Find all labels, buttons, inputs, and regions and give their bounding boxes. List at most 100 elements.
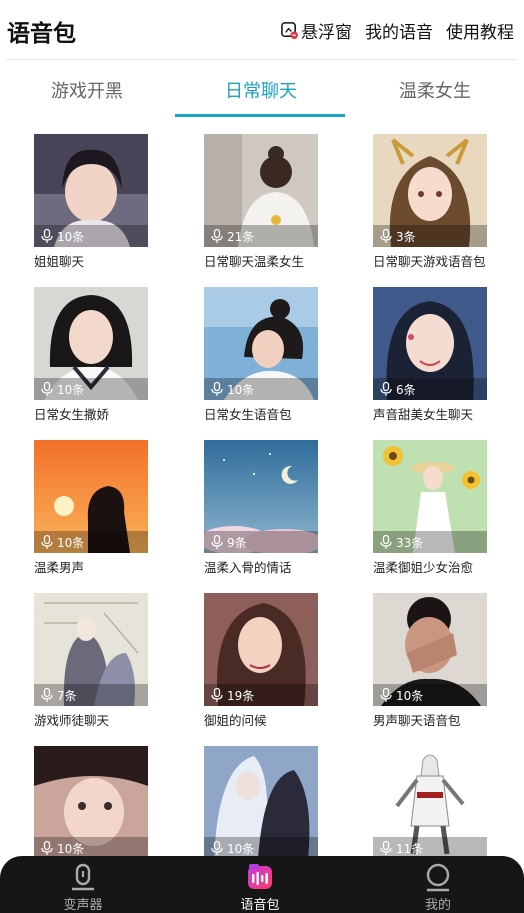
microphone-icon (72, 863, 94, 891)
microphone-icon (380, 534, 392, 549)
voice-pack-card[interactable]: 9条 温柔入骨的情话 (204, 440, 318, 576)
count-bar: 10条 (373, 684, 487, 706)
voice-pack-card[interactable]: 10条 (34, 746, 148, 859)
microphone-icon (211, 840, 223, 855)
clip-count: 6条 (396, 382, 416, 397)
nav-voice-changer[interactable]: 变声器 (23, 862, 143, 913)
voice-pack-thumbnail: 10条 (204, 287, 318, 400)
float-window-icon (281, 22, 299, 40)
voice-pack-name: 游戏师徒聊天 (34, 713, 110, 728)
voice-pack-name: 温柔入骨的情话 (204, 560, 292, 575)
bottom-navigation: 变声器 语音包 我的 (0, 856, 524, 913)
active-tab-indicator (175, 114, 345, 117)
header-links: 悬浮窗 我的语音 使用教程 (267, 18, 514, 43)
voice-pack-card[interactable]: 19条 御姐的问候 (204, 593, 318, 729)
voice-pack-icon (248, 864, 272, 889)
count-bar: 9条 (204, 531, 318, 553)
voice-pack-card[interactable]: 10条 日常女生撒娇 (34, 287, 148, 423)
clip-count: 33条 (396, 535, 424, 550)
tutorial-label: 使用教程 (446, 23, 514, 43)
count-bar: 21条 (204, 225, 318, 247)
voice-pack-thumbnail: 10条 (34, 134, 148, 247)
float-window-button[interactable]: 悬浮窗 (280, 18, 352, 43)
voice-pack-card[interactable]: 10条 (204, 746, 318, 859)
nav-voice-pack[interactable]: 语音包 (200, 862, 320, 913)
header-divider (6, 59, 516, 60)
microphone-icon (41, 840, 53, 855)
header: 语音包 悬浮窗 我的语音 使用教程 (0, 0, 524, 60)
voice-pack-name: 姐姐聊天 (34, 254, 85, 269)
voice-pack-thumbnail: 19条 (204, 593, 318, 706)
tutorial-button[interactable]: 使用教程 (446, 18, 514, 43)
category-tabs: 游戏开黑 日常聊天 温柔女生 (0, 61, 524, 117)
voice-pack-card[interactable]: 10条 温柔男声 (34, 440, 148, 576)
clip-count: 19条 (227, 688, 255, 703)
microphone-icon (380, 840, 392, 855)
count-bar: 6条 (373, 378, 487, 400)
count-bar: 33条 (373, 531, 487, 553)
count-bar: 10条 (34, 531, 148, 553)
nav-label: 我的 (424, 898, 451, 913)
clip-count: 9条 (227, 535, 247, 550)
count-bar: 19条 (204, 684, 318, 706)
clip-count: 7条 (57, 688, 77, 703)
voice-pack-thumbnail: 10条 (204, 746, 318, 859)
microphone-icon (380, 381, 392, 396)
voice-pack-card[interactable]: 7条 游戏师徒聊天 (34, 593, 148, 729)
clip-count: 10条 (57, 229, 85, 244)
microphone-icon (211, 228, 223, 243)
voice-pack-thumbnail: 33条 (373, 440, 487, 553)
voice-pack-name: 男声聊天语音包 (373, 713, 461, 728)
nav-profile[interactable]: 我的 (378, 862, 498, 913)
clip-count: 3条 (396, 229, 416, 244)
voice-pack-card[interactable]: 10条 姐姐聊天 (34, 134, 148, 270)
clip-count: 10条 (57, 535, 85, 550)
voice-pack-name: 声音甜美女生聊天 (373, 407, 474, 422)
voice-pack-card[interactable]: 10条 男声聊天语音包 (373, 593, 487, 729)
count-bar: 10条 (34, 225, 148, 247)
voice-pack-thumbnail: 3条 (373, 134, 487, 247)
page-title: 语音包 (7, 21, 76, 47)
voice-pack-name: 日常女生撒娇 (34, 407, 110, 422)
voice-pack-thumbnail: 10条 (34, 287, 148, 400)
my-voice-button[interactable]: 我的语音 (365, 18, 433, 43)
clip-count: 10条 (57, 841, 85, 856)
nav-label: 变声器 (63, 898, 103, 913)
voice-pack-name: 御姐的问候 (204, 713, 267, 728)
microphone-icon (211, 381, 223, 396)
voice-pack-card[interactable]: 6条 声音甜美女生聊天 (373, 287, 487, 423)
float-window-label: 悬浮窗 (301, 23, 352, 43)
voice-pack-card[interactable]: 3条 日常聊天游戏语音包 (373, 134, 487, 270)
clip-count: 11条 (396, 841, 424, 856)
tab-gentle-girl[interactable]: 温柔女生 (348, 77, 522, 103)
microphone-icon (41, 381, 53, 396)
count-bar: 3条 (373, 225, 487, 247)
voice-pack-thumbnail: 10条 (34, 746, 148, 859)
microphone-icon (211, 534, 223, 549)
count-bar: 10条 (204, 378, 318, 400)
clip-count: 10条 (396, 688, 424, 703)
microphone-icon (41, 687, 53, 702)
tab-game[interactable]: 游戏开黑 (0, 77, 174, 103)
voice-pack-thumbnail: 7条 (34, 593, 148, 706)
voice-pack-name: 日常女生语音包 (204, 407, 292, 422)
microphone-icon (380, 228, 392, 243)
voice-pack-card[interactable]: 10条 日常女生语音包 (204, 287, 318, 423)
count-bar: 7条 (34, 684, 148, 706)
voice-pack-card[interactable]: 33条 温柔御姐少女治愈 (373, 440, 487, 576)
voice-pack-thumbnail: 11条 (373, 746, 487, 859)
microphone-icon (41, 534, 53, 549)
microphone-icon (41, 228, 53, 243)
voice-pack-thumbnail: 10条 (373, 593, 487, 706)
clip-count: 10条 (227, 841, 255, 856)
voice-pack-name: 温柔男声 (34, 560, 85, 575)
microphone-icon (211, 687, 223, 702)
voice-pack-thumbnail: 10条 (34, 440, 148, 553)
clip-count: 21条 (227, 229, 255, 244)
profile-icon (426, 863, 450, 892)
count-bar: 10条 (34, 378, 148, 400)
nav-label: 语音包 (240, 898, 280, 913)
tab-daily-chat[interactable]: 日常聊天 (174, 77, 348, 103)
voice-pack-card[interactable]: 11条 (373, 746, 487, 859)
voice-pack-card[interactable]: 21条 日常聊天温柔女生 (204, 134, 318, 270)
